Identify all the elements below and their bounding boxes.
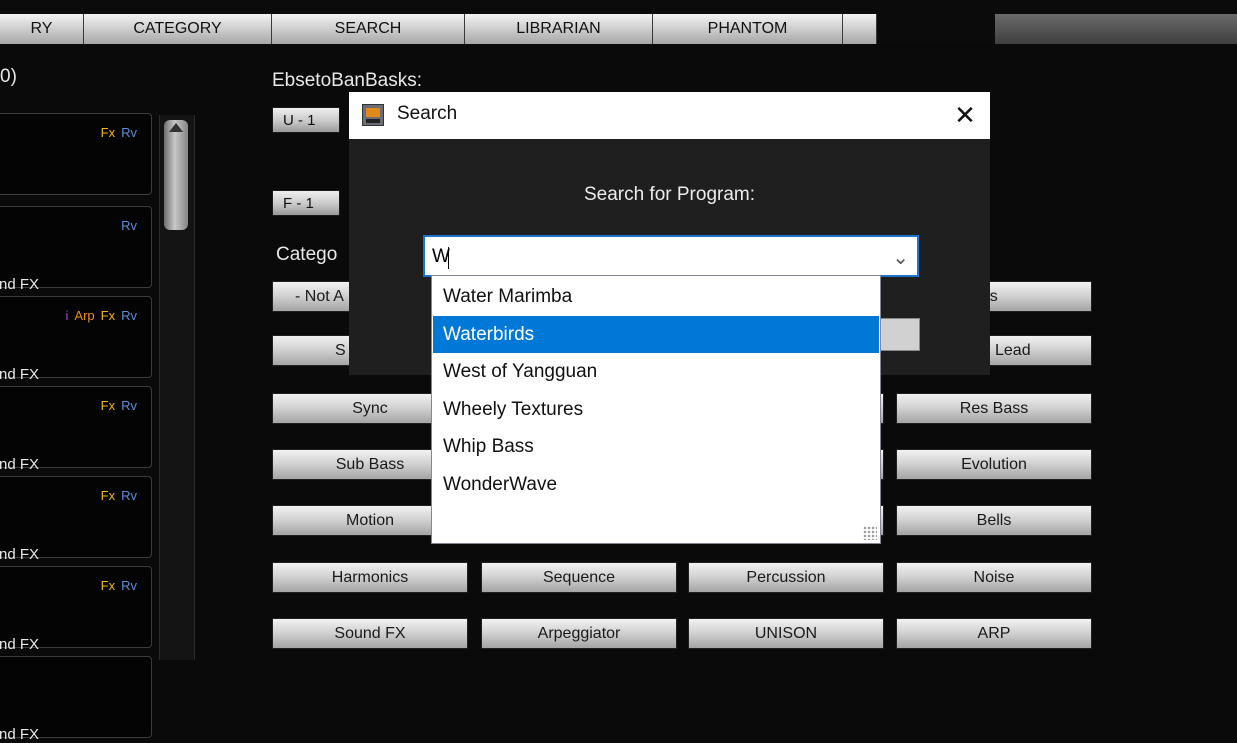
tab-phantom[interactable]: PHANTOM [653, 14, 843, 44]
scrollbar-thumb[interactable] [164, 120, 188, 230]
flag-i: i [65, 308, 69, 323]
tab-bar: RY CATEGORY SEARCH LIBRARIAN PHANTOM [0, 0, 1237, 44]
tab-library[interactable]: RY [0, 14, 84, 44]
resize-grip-icon[interactable] [863, 526, 877, 540]
flag-fx: Fx [100, 488, 116, 503]
program-slot[interactable]: nd FX [0, 656, 152, 743]
category-button[interactable]: Sequence [481, 562, 677, 593]
program-slot-category: nd FX [0, 546, 40, 563]
program-slot[interactable]: i Arp Fx Rv nd FX [0, 296, 152, 383]
suggestion-item[interactable]: Waterbirds [433, 315, 879, 353]
search-suggestions-list: Water Marimba Waterbirds West of Yangguan W… [431, 275, 881, 544]
program-slot[interactable]: Fx Rv [0, 113, 152, 195]
tab-extra[interactable] [843, 14, 877, 44]
factory-bank-button[interactable]: F - 1 [272, 190, 340, 216]
suggestion-item[interactable]: Water Marimba [433, 278, 879, 315]
program-slot[interactable]: Fx Rv nd FX [0, 476, 152, 563]
flag-rv: Rv [121, 398, 137, 413]
user-bank-button[interactable]: U - 1 [272, 107, 340, 133]
suggestion-item[interactable]: West of Yangguan [433, 353, 879, 390]
flag-rv: Rv [121, 308, 137, 323]
program-slot-category: nd FX [0, 276, 40, 293]
category-button[interactable]: Bells [896, 505, 1092, 536]
banks-label: EbsetoBanBasks: [272, 70, 422, 91]
flag-arp: Arp [74, 308, 95, 323]
program-slot-category: nd FX [0, 726, 40, 743]
flag-rv: Rv [121, 488, 137, 503]
tab-search[interactable]: SEARCH [272, 14, 465, 44]
flag-fx: Fx [100, 578, 116, 593]
program-flags: Fx Rv [95, 488, 137, 503]
program-slot-category: nd FX [0, 636, 40, 653]
suggestion-item[interactable]: Wheely Textures [433, 391, 879, 428]
flag-fx: Fx [100, 398, 116, 413]
category-label: Catego [276, 244, 338, 265]
app-icon [362, 104, 384, 126]
category-button[interactable]: Sound FX [272, 618, 468, 649]
chevron-down-icon[interactable]: ⌄ [892, 245, 909, 270]
suggestion-item[interactable]: WonderWave [433, 466, 879, 503]
program-flags: i Arp Fx Rv [66, 308, 137, 323]
flag-rv: Rv [121, 578, 137, 593]
flag-rv: Rv [121, 125, 137, 140]
category-button[interactable]: Evolution [896, 449, 1092, 480]
program-slot[interactable]: Fx Rv nd FX [0, 566, 152, 653]
text-caret [448, 247, 449, 269]
program-flags: Rv [115, 218, 137, 233]
dialog-title: Search [397, 103, 458, 124]
program-flags: Fx Rv [95, 398, 137, 413]
category-button[interactable]: Noise [896, 562, 1092, 593]
search-dialog-titlebar: Search ✕ [349, 92, 990, 139]
program-flags: Fx Rv [95, 125, 137, 140]
flag-fx: Fx [100, 125, 116, 140]
suggestion-item[interactable]: Whip Bass [433, 428, 879, 465]
ok-button[interactable] [877, 318, 920, 351]
category-button[interactable]: Harmonics [272, 562, 468, 593]
search-prompt: Search for Program: [583, 184, 756, 205]
category-button[interactable]: Arpeggiator [481, 618, 677, 649]
tab-category[interactable]: CATEGORY [84, 14, 272, 44]
program-slot[interactable]: Rv nd FX [0, 206, 152, 293]
search-program-combobox[interactable]: W ⌄ [423, 235, 919, 277]
close-icon[interactable]: ✕ [950, 100, 980, 130]
scroll-up-arrow-icon[interactable] [169, 123, 183, 132]
program-slot-category: nd FX [0, 366, 40, 383]
flag-fx: Fx [100, 308, 116, 323]
category-button[interactable]: ARP [896, 618, 1092, 649]
program-count-label: 0) [0, 66, 17, 87]
program-slot[interactable]: Fx Rv nd FX [0, 386, 152, 473]
category-button[interactable]: Res Bass [896, 393, 1092, 424]
flag-rv: Rv [121, 218, 137, 233]
program-slot-category: nd FX [0, 456, 40, 473]
tab-librarian[interactable]: LIBRARIAN [465, 14, 653, 44]
category-button[interactable]: Percussion [688, 562, 884, 593]
program-flags: Fx Rv [95, 578, 137, 593]
tab-bar-filler [995, 14, 1237, 44]
category-button[interactable]: UNISON [688, 618, 884, 649]
